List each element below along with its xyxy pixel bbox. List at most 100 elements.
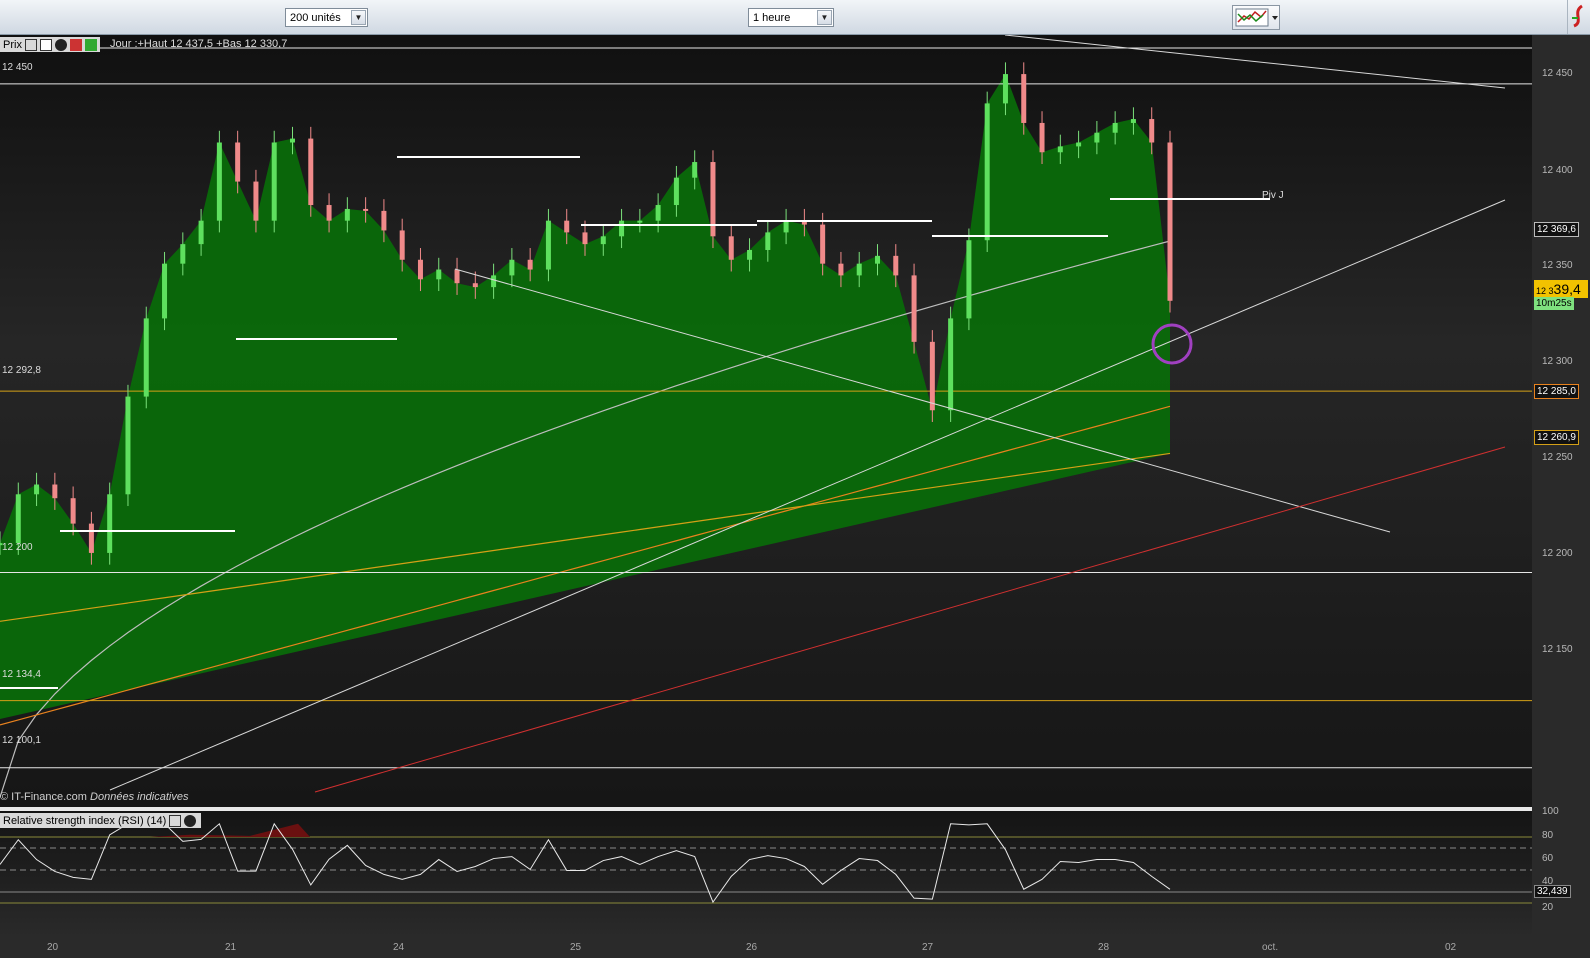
candle-body xyxy=(765,232,771,250)
price-legend-toolbar: Prix xyxy=(0,37,100,52)
candle-body xyxy=(582,232,588,245)
wrench-icon[interactable] xyxy=(169,814,182,827)
candle-body xyxy=(436,269,442,280)
candle-body xyxy=(1021,74,1027,123)
price-tick: 12 250 xyxy=(1542,452,1573,463)
price-tick: 12 150 xyxy=(1542,644,1573,655)
candle-body xyxy=(290,138,295,143)
candle-body xyxy=(655,205,661,221)
candle-body xyxy=(564,220,570,233)
candle-body xyxy=(472,283,478,288)
candle-body xyxy=(399,230,405,260)
date-label: 27 xyxy=(922,942,934,953)
corner-indicator-icon[interactable] xyxy=(1567,0,1590,34)
wrench-icon[interactable] xyxy=(24,38,37,51)
candle-body xyxy=(1094,132,1100,143)
window-icon[interactable] xyxy=(39,38,52,51)
rsi-tick: 20 xyxy=(1542,902,1554,913)
candlestick-chart-icon xyxy=(1235,8,1278,27)
arrow-down-icon[interactable] xyxy=(69,38,82,51)
candle-body xyxy=(875,255,880,264)
candle-body xyxy=(52,484,58,499)
candle-body xyxy=(216,142,222,221)
candle-body xyxy=(344,208,350,221)
arrow-up-icon[interactable] xyxy=(84,38,97,51)
countdown-box: 10m25s xyxy=(1534,297,1574,310)
candle-body xyxy=(856,263,862,276)
candle-body xyxy=(911,275,917,342)
units-select[interactable]: 200 unités ▼ xyxy=(285,8,368,27)
candle-body xyxy=(363,208,369,211)
price-tick: 12 350 xyxy=(1542,260,1573,271)
candle-body xyxy=(15,494,21,544)
candle-body xyxy=(417,259,423,280)
candle-body xyxy=(820,224,826,264)
copyright-notice: © IT-Finance.com Données indicatives xyxy=(0,791,188,803)
ma-gold-value-box: 12 260,9 xyxy=(1534,430,1579,445)
price-chart[interactable] xyxy=(0,35,1532,807)
candle-body xyxy=(984,103,990,241)
candle-body xyxy=(235,142,241,182)
candle-body xyxy=(381,210,387,231)
price-tab-label: Prix xyxy=(3,38,22,51)
candle-body xyxy=(527,259,533,270)
candle-body xyxy=(198,220,204,245)
rsi-line xyxy=(0,822,1171,904)
candle-body xyxy=(271,142,277,221)
candle-body xyxy=(966,240,972,319)
candle-body xyxy=(1112,122,1118,133)
price-tick: 12 200 xyxy=(1542,548,1573,559)
candle-body xyxy=(692,162,698,178)
candle-body xyxy=(162,263,168,319)
candle-body xyxy=(747,249,753,260)
candle-body xyxy=(34,484,40,495)
level-label: 12 134,4 xyxy=(2,669,41,680)
date-label: 02 xyxy=(1445,942,1457,953)
chart-type-button[interactable] xyxy=(1232,5,1280,30)
candle-body xyxy=(619,220,625,237)
date-label: 24 xyxy=(393,942,405,953)
date-label: 21 xyxy=(225,942,237,953)
close-icon[interactable] xyxy=(184,814,197,827)
date-label: 26 xyxy=(746,942,758,953)
price-area-fill xyxy=(0,74,1170,720)
rsi-tick: 60 xyxy=(1542,853,1554,864)
candle-body xyxy=(180,244,186,264)
candle-body xyxy=(1130,119,1136,123)
price-chart-panel[interactable] xyxy=(0,35,1532,807)
price-tick: 12 300 xyxy=(1542,356,1573,367)
units-select-value: 200 unités xyxy=(290,12,341,24)
rsi-chart[interactable] xyxy=(0,811,1532,938)
date-label: 28 xyxy=(1098,942,1110,953)
trendline xyxy=(1004,35,1506,89)
candle-body xyxy=(1167,142,1173,301)
disclaimer-text: Données indicatives xyxy=(90,791,189,803)
candle-body xyxy=(326,205,332,221)
level-label: 12 200 xyxy=(2,542,33,553)
candle-body xyxy=(70,498,76,524)
price-tick: 12 450 xyxy=(1542,68,1573,79)
date-label: oct. xyxy=(1262,942,1279,953)
current-price-box: 12 339,4 xyxy=(1534,280,1588,298)
candle-body xyxy=(783,220,789,233)
candle-body xyxy=(107,494,113,553)
candle-body xyxy=(1149,119,1155,143)
date-label: 25 xyxy=(570,942,582,953)
chevron-down-icon[interactable]: ▼ xyxy=(351,10,366,25)
rsi-panel[interactable] xyxy=(0,811,1532,938)
chevron-down-icon[interactable]: ▼ xyxy=(817,10,832,25)
current-price-digits: 39,4 xyxy=(1553,281,1581,297)
candle-body xyxy=(600,236,606,245)
level-label: 12 450 xyxy=(2,62,33,73)
ma-white-value-box: 12 369,6 xyxy=(1534,222,1579,237)
rsi-title: Relative strength index (RSI) (14) xyxy=(3,814,167,827)
pivot-label: Piv J xyxy=(1262,190,1284,201)
close-icon[interactable] xyxy=(54,38,67,51)
period-select[interactable]: 1 heure ▼ xyxy=(748,8,834,27)
candle-body xyxy=(637,220,643,223)
candle-body xyxy=(728,236,734,260)
candle-body xyxy=(454,269,460,284)
candle-body xyxy=(308,138,314,206)
rsi-tick: 100 xyxy=(1542,806,1559,817)
date-label: 20 xyxy=(47,942,59,953)
